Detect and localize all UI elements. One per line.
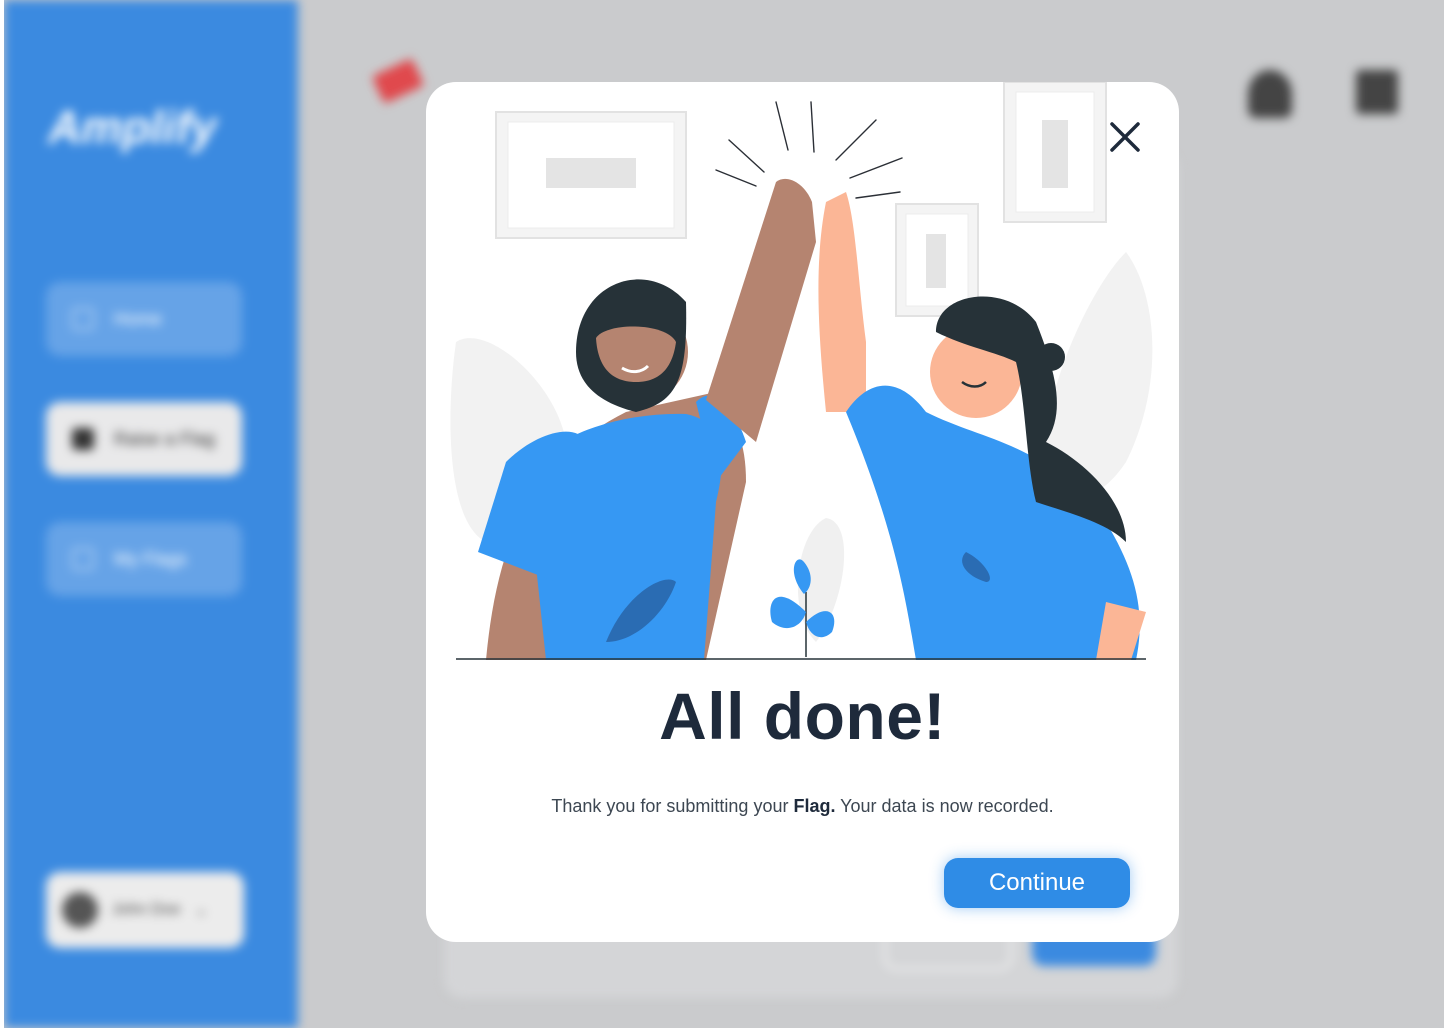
list-icon (72, 548, 94, 570)
sidebar-item-my-flags: My Flags (46, 522, 242, 596)
message-text: Thank you for submitting your (551, 796, 794, 816)
modal-title: All done! (659, 679, 946, 753)
wall-frame-left (495, 111, 687, 239)
home-icon (72, 308, 94, 330)
close-icon (1110, 122, 1140, 152)
high-five-illustration (450, 82, 1153, 660)
message-text: Your data is now recorded. (835, 796, 1054, 816)
wall-frame-right (1003, 82, 1107, 223)
sidebar-item-label: Raise a Flag (114, 428, 216, 449)
modal-message: Thank you for submitting your Flag. Your… (426, 796, 1179, 817)
spark-lines (715, 101, 903, 199)
user-name: John Doe (112, 901, 181, 918)
chevron-down-icon: ⌄ (194, 902, 208, 919)
app-logo: Amplify (48, 101, 217, 153)
user-menu: John Doe ⌄ (46, 872, 244, 948)
avatar (62, 892, 98, 928)
message-bold-text: Flag. (793, 796, 836, 816)
grid-icon (1356, 70, 1398, 114)
bell-icon (1248, 70, 1292, 118)
sidebar: Amplify Home Raise a Flag My Flags John … (4, 0, 298, 1028)
close-button[interactable] (1106, 118, 1144, 156)
success-modal: All done! Thank you for submitting your … (426, 82, 1179, 942)
sidebar-item-label: Home (114, 308, 163, 329)
sidebar-item-label: My Flags (114, 548, 188, 569)
flag-icon (371, 58, 425, 104)
sidebar-item-home: Home (46, 282, 242, 356)
sidebar-item-raise-flag: Raise a Flag (46, 402, 242, 476)
flag-icon (72, 428, 94, 450)
continue-button[interactable]: Continue (944, 858, 1130, 908)
